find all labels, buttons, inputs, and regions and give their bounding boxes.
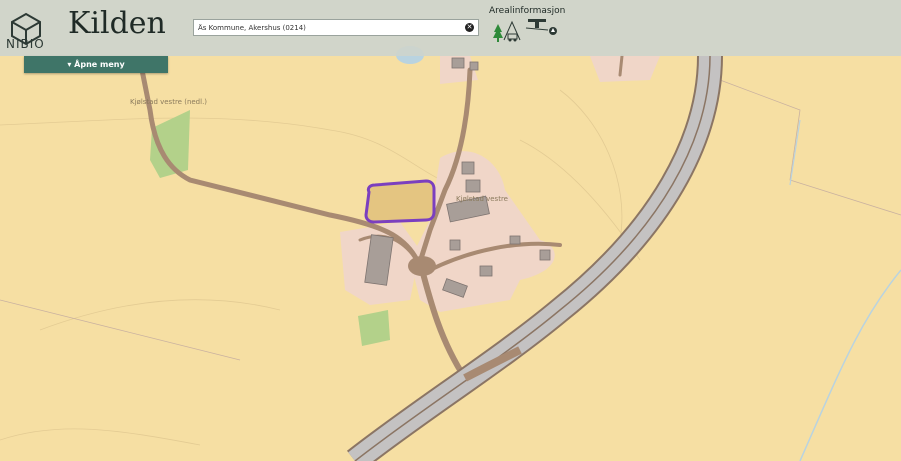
open-menu-label: Åpne meny: [74, 60, 125, 69]
search-input[interactable]: [198, 20, 458, 35]
selected-parcel: [364, 179, 436, 224]
open-menu-button[interactable]: ▾ Åpne meny: [24, 56, 168, 73]
logo-text: NIBIO: [6, 37, 45, 51]
header-bar: NIBIO Kilden ✕ Arealinformasjon: [0, 0, 901, 56]
stream: [799, 269, 901, 461]
road: [618, 54, 624, 77]
contour-line: [39, 299, 281, 331]
caret-down-icon: ▾: [67, 60, 72, 69]
contour-line: [0, 117, 471, 191]
stream: [789, 119, 801, 186]
drone-icon: [525, 19, 549, 31]
junction: [408, 256, 436, 276]
app-title[interactable]: Kilden: [68, 6, 166, 41]
building: [465, 179, 481, 193]
area-info-icons[interactable]: [490, 16, 570, 46]
forest-icon: [493, 24, 503, 42]
farm-icon: [503, 20, 521, 42]
settlement-area: [590, 56, 660, 82]
building: [479, 265, 493, 277]
boundary-line: [719, 79, 901, 216]
green-area: [358, 310, 390, 346]
contour-line: [559, 89, 623, 241]
map-label-farm-old: Kjølstad vestre (nedl.): [130, 98, 208, 106]
building: [461, 161, 475, 175]
building: [509, 235, 521, 245]
building: [469, 61, 479, 71]
clear-search-icon[interactable]: ✕: [465, 23, 474, 32]
compass-icon: [549, 27, 557, 35]
search-box[interactable]: ✕: [193, 19, 479, 36]
boundary-line: [0, 299, 241, 361]
contour-line: [0, 428, 201, 446]
building: [451, 57, 465, 69]
building: [539, 249, 551, 261]
building: [449, 239, 461, 251]
map-label-farm: Kjølstad vestre: [456, 195, 508, 203]
area-info-title: Arealinformasjon: [489, 6, 566, 16]
